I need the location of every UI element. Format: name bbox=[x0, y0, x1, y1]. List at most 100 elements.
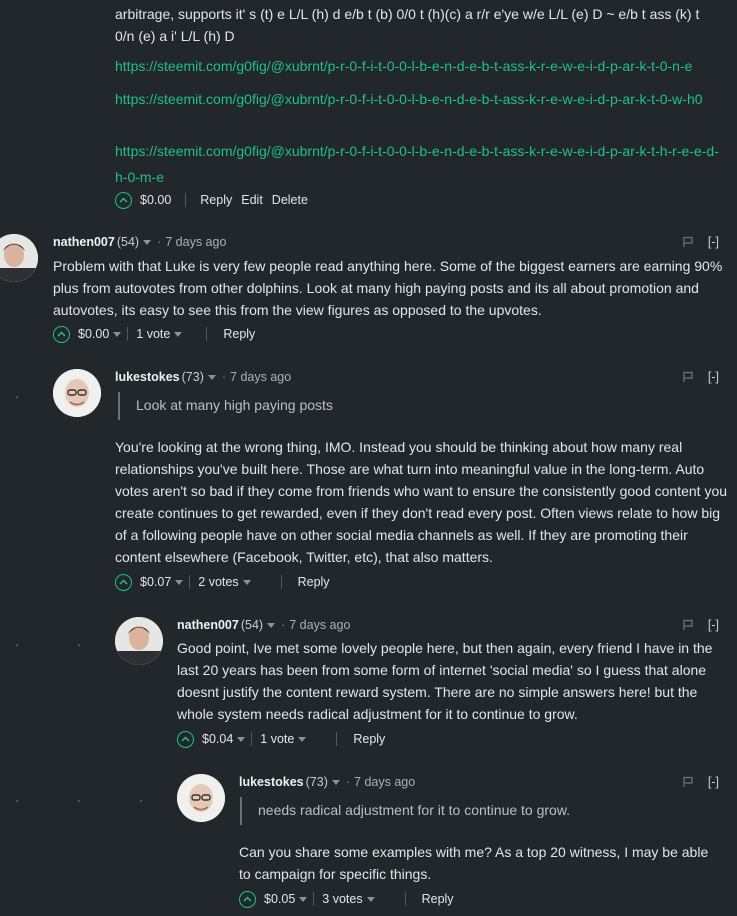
blockquote: Look at many high paying posts bbox=[118, 392, 333, 420]
author-reputation: (73) bbox=[305, 775, 328, 789]
vote-count[interactable]: 2 votes bbox=[198, 575, 256, 589]
payout-amount: $0.04 bbox=[202, 732, 234, 746]
chevron-down-icon[interactable] bbox=[174, 331, 183, 337]
flag-icon[interactable] bbox=[682, 236, 694, 248]
author-reputation: (54) bbox=[240, 618, 264, 632]
chevron-down-icon[interactable] bbox=[299, 896, 308, 902]
divider bbox=[127, 327, 129, 341]
payout-value[interactable]: $0.05 bbox=[264, 892, 313, 906]
upvote-icon[interactable] bbox=[53, 325, 70, 343]
comment-header: lukestokes (73) · 7 days ago [-] bbox=[115, 368, 719, 386]
timestamp[interactable]: 7 days ago bbox=[165, 235, 226, 249]
reply-link[interactable]: Reply bbox=[223, 327, 255, 341]
collapse-toggle[interactable]: [-] bbox=[708, 235, 719, 249]
comment-body: Problem with that Luke is very few peopl… bbox=[53, 258, 723, 318]
thread-dot bbox=[78, 644, 80, 646]
chevron-down-icon[interactable] bbox=[331, 779, 340, 785]
separator-dot: · bbox=[157, 235, 162, 249]
divider bbox=[313, 892, 315, 906]
timestamp[interactable]: 7 days ago bbox=[354, 775, 415, 789]
delete-link[interactable]: Delete bbox=[272, 193, 308, 207]
flag-icon[interactable] bbox=[682, 776, 694, 788]
flag-icon[interactable] bbox=[682, 371, 694, 383]
comment-thread: arbitrage, supports it' s (t) e L/L (h) … bbox=[0, 0, 737, 916]
payout-value[interactable]: $0.04 bbox=[202, 732, 251, 746]
upvote-icon[interactable] bbox=[177, 730, 194, 748]
vote-count[interactable]: 1 vote bbox=[260, 732, 312, 746]
divider bbox=[404, 892, 406, 906]
chevron-down-icon[interactable] bbox=[242, 579, 251, 585]
author-name[interactable]: lukestokes bbox=[239, 775, 304, 789]
reply-link[interactable]: Reply bbox=[298, 575, 330, 589]
chevron-down-icon[interactable] bbox=[175, 579, 184, 585]
chevron-down-icon[interactable] bbox=[366, 896, 375, 902]
author-name[interactable]: lukestokes bbox=[115, 370, 180, 384]
chevron-down-icon[interactable] bbox=[113, 331, 122, 337]
avatar[interactable] bbox=[0, 234, 38, 282]
upvote-icon[interactable] bbox=[115, 191, 132, 209]
avatar[interactable] bbox=[177, 774, 225, 822]
vote-count-label: 3 votes bbox=[322, 892, 363, 906]
comment-actions: $0.07 2 votes Reply bbox=[115, 572, 330, 592]
reply-link[interactable]: Reply bbox=[353, 732, 385, 746]
thread-dot bbox=[16, 644, 18, 646]
comment-header: lukestokes (73) · 7 days ago [-] bbox=[239, 773, 719, 791]
reply-link[interactable]: Reply bbox=[422, 892, 454, 906]
comment-tools: [-] bbox=[682, 235, 719, 249]
chevron-down-icon[interactable] bbox=[143, 239, 152, 245]
divider bbox=[251, 732, 253, 746]
collapse-toggle[interactable]: [-] bbox=[708, 618, 719, 632]
separator-dot: · bbox=[281, 618, 286, 632]
comment-tools: [-] bbox=[682, 775, 719, 789]
author-name[interactable]: nathen007 bbox=[53, 235, 115, 249]
timestamp[interactable]: 7 days ago bbox=[230, 370, 291, 384]
thread-dot bbox=[16, 800, 18, 802]
chevron-down-icon[interactable] bbox=[237, 736, 246, 742]
post-link-1[interactable]: https://steemit.com/g0fig/@xubrnt/p-r-0-… bbox=[115, 53, 723, 79]
vote-count-label: 2 votes bbox=[198, 575, 239, 589]
post-link-2[interactable]: https://steemit.com/g0fig/@xubrnt/p-r-0-… bbox=[115, 86, 723, 112]
comment-body: Can you share some examples with me? As … bbox=[239, 844, 709, 882]
thread-dot bbox=[140, 800, 142, 802]
blockquote: needs radical adjustment for it to conti… bbox=[240, 797, 570, 825]
separator-dot: · bbox=[221, 370, 227, 384]
author-reputation: (54) bbox=[116, 235, 140, 249]
payout-value[interactable]: $0.07 bbox=[140, 575, 189, 589]
timestamp[interactable]: 7 days ago bbox=[289, 618, 350, 632]
payout-amount: $0.05 bbox=[264, 892, 296, 906]
chevron-down-icon[interactable] bbox=[207, 374, 216, 380]
comment-header: nathen007 (54) · 7 days ago [-] bbox=[177, 616, 719, 634]
reply-link[interactable]: Reply bbox=[200, 193, 232, 207]
upvote-icon[interactable] bbox=[115, 573, 132, 591]
chevron-down-icon[interactable] bbox=[298, 736, 307, 742]
comment-actions: $0.00 1 vote Reply bbox=[53, 324, 255, 344]
top-comment-actions: $0.00 Reply Edit Delete bbox=[115, 190, 308, 210]
upvote-icon[interactable] bbox=[239, 890, 256, 908]
top-comment-body: arbitrage, supports it' s (t) e L/L (h) … bbox=[115, 6, 700, 44]
thread-dot bbox=[78, 800, 80, 802]
vote-count[interactable]: 3 votes bbox=[322, 892, 380, 906]
separator-dot: · bbox=[345, 775, 351, 789]
comment-tools: [-] bbox=[682, 618, 719, 632]
divider bbox=[280, 575, 282, 589]
edit-link[interactable]: Edit bbox=[241, 193, 263, 207]
divider bbox=[336, 732, 338, 746]
vote-count-label: 1 vote bbox=[260, 732, 295, 746]
vote-count-label: 1 vote bbox=[136, 327, 171, 341]
flag-icon[interactable] bbox=[682, 619, 694, 631]
author-name[interactable]: nathen007 bbox=[177, 618, 239, 632]
payout-amount: $0.00 bbox=[78, 327, 110, 341]
vote-count[interactable]: 1 vote bbox=[136, 327, 188, 341]
collapse-toggle[interactable]: [-] bbox=[708, 370, 719, 384]
comment-body: Good point, Ive met some lovely people h… bbox=[177, 640, 713, 722]
payout-value[interactable]: $0.00 bbox=[78, 327, 127, 341]
payout-value[interactable]: $0.00 bbox=[140, 193, 171, 207]
collapse-toggle[interactable]: [-] bbox=[708, 775, 719, 789]
avatar[interactable] bbox=[115, 617, 163, 665]
divider bbox=[189, 575, 191, 589]
comment-body: You're looking at the wrong thing, IMO. … bbox=[115, 439, 728, 565]
post-link-3[interactable]: https://steemit.com/g0fig/@xubrnt/p-r-0-… bbox=[115, 138, 723, 190]
avatar[interactable] bbox=[53, 369, 101, 417]
comment-actions: $0.04 1 vote Reply bbox=[177, 729, 385, 749]
chevron-down-icon[interactable] bbox=[267, 622, 276, 628]
